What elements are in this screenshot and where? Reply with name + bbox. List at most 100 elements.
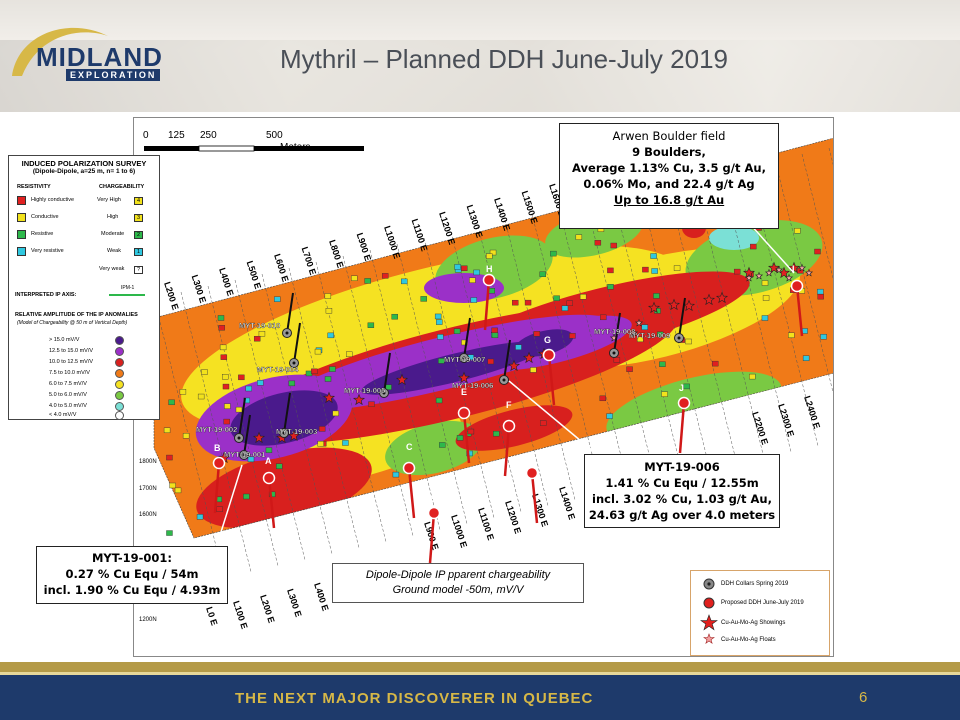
line-label-top: L900 E bbox=[355, 232, 373, 263]
resistivity-marker bbox=[641, 324, 649, 330]
resistivity-marker bbox=[222, 374, 229, 380]
resistivity-marker bbox=[600, 314, 607, 321]
resistivity-marker bbox=[661, 391, 668, 397]
resistivity-marker bbox=[761, 280, 769, 286]
resistivity-marker bbox=[659, 361, 666, 367]
resistivity-marker bbox=[420, 296, 427, 302]
logo-subtitle: EXPLORATION bbox=[66, 69, 161, 81]
resistivity-label-0: Highly conductive bbox=[31, 197, 75, 203]
resistivity-marker bbox=[512, 299, 519, 306]
float-star-icon bbox=[703, 633, 715, 644]
resistivity-marker bbox=[324, 376, 332, 382]
arwen-mo-ag: 0.06% Mo, and 22.4 g/t Ag bbox=[583, 177, 755, 191]
line-label-bottom: L300 E bbox=[285, 588, 303, 619]
resistivity-marker bbox=[561, 305, 569, 311]
resistivity-marker bbox=[305, 370, 313, 377]
northing-label: 1800N bbox=[139, 459, 157, 465]
resistivity-marker bbox=[575, 234, 583, 240]
proposed-hole-collar bbox=[677, 396, 691, 410]
collar-center bbox=[237, 436, 241, 440]
chargeability-header: CHARGEABILITY bbox=[99, 184, 145, 190]
charge-code-3: 1 bbox=[134, 248, 144, 256]
drillhole-legend: DDH Collars Spring 2019 Proposed DDH Jun… bbox=[690, 570, 830, 656]
resistivity-marker bbox=[794, 228, 801, 234]
arwen-boulder-callout: Arwen Boulder field 9 Boulders, Average … bbox=[559, 123, 779, 229]
resistivity-marker bbox=[685, 338, 692, 345]
collar-label: MYT-19-009 bbox=[629, 331, 670, 340]
charge-label-2: Moderate bbox=[101, 231, 125, 237]
charge-code-4: ? bbox=[134, 266, 144, 274]
resistivity-marker bbox=[436, 319, 443, 325]
amplitude-dot-6 bbox=[115, 402, 124, 411]
collar-label: MYT-19-003 bbox=[276, 427, 317, 436]
caption-line-1: Dipole-Dipole IP pparent chargeability bbox=[365, 569, 551, 581]
resistivity-marker bbox=[817, 293, 824, 300]
legend-subtitle: (Dipole-Dipole, a=25 m, n= 1 to 6) bbox=[32, 168, 136, 175]
resistivity-marker bbox=[329, 366, 336, 372]
resistivity-marker bbox=[163, 427, 171, 434]
resistivity-marker bbox=[533, 331, 541, 337]
arwen-count: 9 Boulders, bbox=[632, 145, 706, 159]
resistivity-marker bbox=[610, 242, 617, 249]
resistivity-marker bbox=[182, 433, 190, 439]
resistivity-marker bbox=[220, 354, 228, 360]
northing-label: 1600N bbox=[139, 512, 157, 518]
collar-center bbox=[502, 378, 506, 382]
resistivity-marker bbox=[762, 295, 770, 301]
line-label-top: L1000 E bbox=[382, 225, 402, 260]
collar-label: MYT-19-002 bbox=[196, 425, 237, 434]
showing-star-icon bbox=[700, 614, 718, 631]
resistivity-marker bbox=[216, 506, 223, 512]
resistivity-marker bbox=[651, 268, 658, 274]
resistivity-marker bbox=[539, 271, 547, 277]
resistivity-marker bbox=[467, 428, 475, 435]
resistivity-marker bbox=[515, 344, 522, 350]
resistivity-marker bbox=[381, 273, 389, 279]
resistivity-marker bbox=[733, 268, 741, 275]
resistivity-marker bbox=[342, 440, 349, 446]
scale-tick-250: 250 bbox=[200, 130, 217, 141]
charge-label-1: High bbox=[107, 214, 119, 220]
proposed-hole-label: C bbox=[406, 442, 413, 452]
resistivity-marker bbox=[434, 313, 442, 320]
resistivity-marker bbox=[814, 248, 821, 255]
resistivity-marker bbox=[223, 418, 230, 425]
ip-survey-legend: INDUCED POLARIZATION SURVEY (Dipole-Dipo… bbox=[8, 155, 160, 420]
resistivity-marker bbox=[364, 278, 371, 284]
scale-tick-125: 125 bbox=[168, 130, 185, 141]
resistivity-marker bbox=[820, 334, 827, 340]
resistivity-marker bbox=[368, 401, 375, 407]
resistivity-marker bbox=[613, 357, 621, 363]
resistivity-marker bbox=[469, 277, 476, 283]
resistivity-marker bbox=[461, 265, 468, 271]
resistivity-marker bbox=[325, 308, 333, 314]
line-label-bottom: L1400 E bbox=[557, 486, 577, 521]
resistivity-marker bbox=[607, 284, 614, 290]
legend-proposed-label: Proposed DDH June-July 2019 bbox=[721, 600, 804, 606]
resistivity-marker bbox=[196, 514, 204, 520]
resistivity-marker bbox=[473, 269, 480, 276]
resistivity-marker bbox=[179, 389, 187, 395]
resistivity-marker bbox=[257, 380, 264, 386]
resistivity-swatch-3 bbox=[17, 247, 26, 256]
resistivity-marker bbox=[712, 360, 719, 367]
amplitude-label-3: 7.5 to 10.0 mV/V bbox=[49, 370, 90, 376]
line-label-right: L2200 E bbox=[750, 411, 770, 446]
proposed-hole-label: H bbox=[486, 264, 493, 274]
line-label-top: L1300 E bbox=[465, 204, 485, 239]
myt001-result: 0.27 % Cu Equ / 54m bbox=[65, 567, 199, 581]
myt006-incl: incl. 3.02 % Cu, 1.03 g/t Au, bbox=[592, 492, 772, 506]
line-label-bottom: L1200 E bbox=[503, 500, 523, 535]
caption-line-2: Ground model -50m, mV/V bbox=[392, 584, 524, 596]
line-label-top: L300 E bbox=[190, 274, 208, 305]
line-label-top: L400 E bbox=[217, 267, 235, 298]
myt-19-006-callout: MYT-19-006 1.41 % Cu Equ / 12.55m incl. … bbox=[584, 454, 780, 528]
resistivity-marker bbox=[314, 348, 322, 355]
resistivity-marker bbox=[550, 250, 557, 257]
amplitude-dot-3 bbox=[115, 369, 124, 378]
ip-axis-line-icon bbox=[109, 294, 145, 296]
ip-axis-code: IPM-1 bbox=[121, 285, 135, 291]
myt001-title: MYT-19-001: bbox=[91, 551, 173, 565]
resistivity-marker bbox=[453, 328, 461, 334]
proposed-hole-collar bbox=[525, 466, 539, 480]
